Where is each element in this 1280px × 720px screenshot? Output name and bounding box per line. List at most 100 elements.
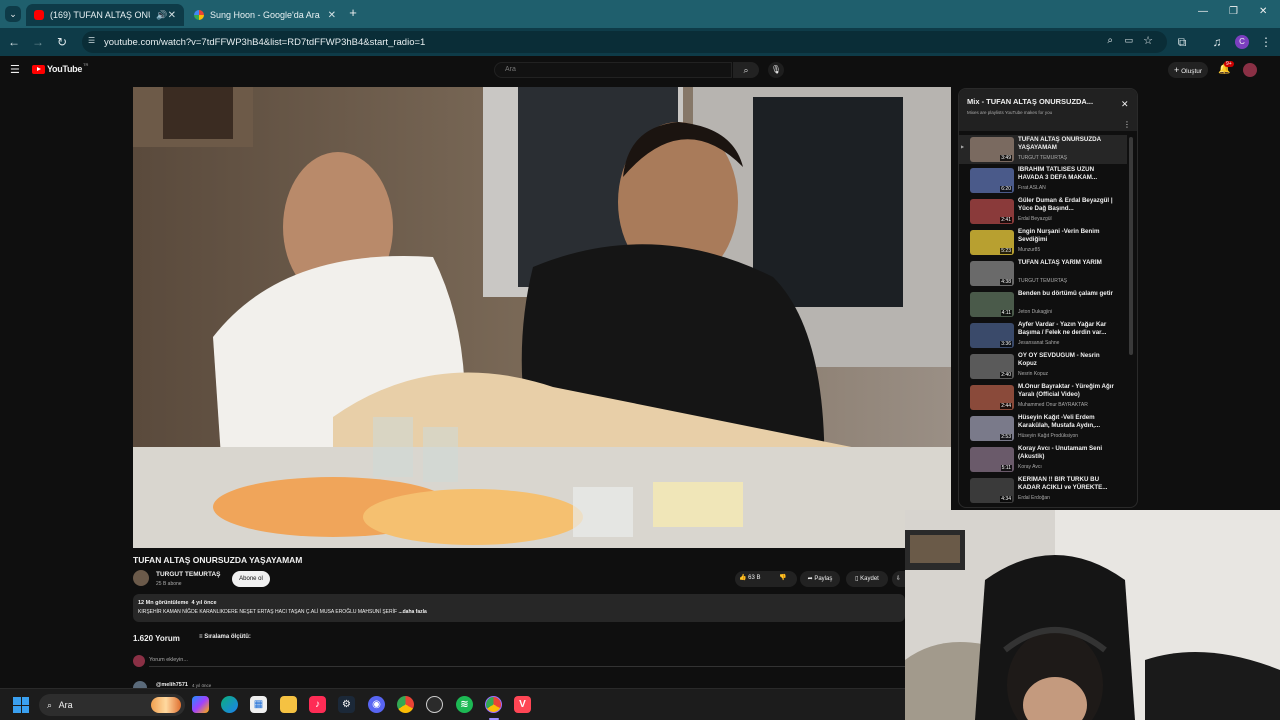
copilot-icon[interactable] xyxy=(192,696,209,713)
playlist-item[interactable]: 4:34 KERİMAN !! BİR TÜRKÜ BU KADAR ACIKLI… xyxy=(965,476,1127,507)
create-button[interactable]: + Oluştur xyxy=(1168,62,1209,78)
speaker-icon[interactable]: 🔊 xyxy=(156,10,167,21)
video-duration: 3:36 xyxy=(1000,341,1012,347)
tab-google-search[interactable]: Sung Hoon - Google'da Ara ✕ xyxy=(186,4,344,26)
share-label: Paylaş xyxy=(814,576,833,582)
channel-name[interactable]: TURGUT TEMURTAŞ xyxy=(156,571,221,578)
description-box[interactable]: 12 Mn görüntüleme 4 yıl önce KIRŞEHİR KA… xyxy=(133,594,905,622)
share-button[interactable]: ➦ Paylaş xyxy=(800,571,840,587)
subscribe-button[interactable]: Abone ol xyxy=(232,571,270,587)
extensions-icon[interactable]: ⧉ xyxy=(1174,34,1190,50)
steam-icon[interactable]: ⚙ xyxy=(338,696,355,713)
bookmark-star-icon[interactable]: ☆ xyxy=(1143,34,1153,47)
close-window-icon[interactable]: ✕ xyxy=(1259,6,1267,17)
chrome-icon[interactable] xyxy=(397,696,414,713)
playlist-scrollbar[interactable] xyxy=(1129,137,1133,355)
close-playlist-icon[interactable]: ✕ xyxy=(1121,99,1129,110)
close-tab-icon[interactable]: ✕ xyxy=(328,10,336,21)
sort-comments-button[interactable]: ≡ Sıralama ölçütü: xyxy=(199,634,251,640)
url-text: youtube.com/watch?v=7tdFFWP3hB4&list=RD7… xyxy=(104,36,426,48)
comment-count: 1.620 Yorum xyxy=(133,634,180,643)
file-explorer-icon[interactable] xyxy=(280,696,297,713)
guide-menu-icon[interactable]: ☰ xyxy=(10,63,20,76)
install-app-icon[interactable]: ▭ xyxy=(1124,35,1133,46)
playlist-item[interactable]: 3:36 Ayfer Vardar - Yazın Yağar Kar Başım… xyxy=(965,321,1127,353)
playlist-item-title: Hüseyin Kağıt -Veli Erdem Karakülah, Mus… xyxy=(1018,414,1101,430)
site-info-icon[interactable]: ☰ xyxy=(88,36,95,45)
playlist-item-channel: Muhammed Onur BAYRAKTAR xyxy=(1018,402,1088,408)
playlist-item[interactable]: 5:23 Engin Nurşani -Verin Benim Sevdiğimi… xyxy=(965,228,1127,260)
playlist-title[interactable]: Mix - TUFAN ALTAŞ ONURSUZDA... xyxy=(967,97,1129,106)
close-tab-icon[interactable]: ✕ xyxy=(168,10,176,21)
playlist-thumbnail: 2:40 xyxy=(970,354,1014,379)
save-button[interactable]: ▯ Kaydet xyxy=(846,571,888,587)
dislike-button[interactable]: 👎 xyxy=(779,574,786,581)
playlist-item-channel: Jeton Dukagjini xyxy=(1018,309,1053,315)
playlist-item[interactable]: 5:11 Koray Avcı - Unutamam Seni (Akustik)… xyxy=(965,445,1127,477)
minimize-icon[interactable]: — xyxy=(1198,6,1208,17)
media-control-icon[interactable]: ♫ xyxy=(1209,34,1225,50)
valorant-icon[interactable]: V xyxy=(514,696,531,713)
new-tab-button[interactable]: + xyxy=(346,5,360,20)
zoom-icon[interactable]: ⌕ xyxy=(1107,35,1113,46)
playlist-item[interactable]: 2:40 OY OY SEVDUĞUM - Nesrin Kopuz Nesrin … xyxy=(965,352,1127,384)
playlist-menu-icon[interactable]: ⋮ xyxy=(1123,120,1131,129)
reload-icon[interactable]: ↻ xyxy=(54,34,70,50)
add-comment-input[interactable]: Yorum ekleyin... xyxy=(149,657,905,667)
mix-playlist-panel: Mix - TUFAN ALTAŞ ONURSUZDA... Mixes are… xyxy=(958,88,1138,508)
playlist-item[interactable]: ▶ 3:49 TUFAN ALTAŞ ONURSUZDA YAŞAYAMAM TURG… xyxy=(959,135,1127,164)
edge-icon[interactable] xyxy=(221,696,238,713)
profile-avatar[interactable]: C xyxy=(1235,35,1249,49)
playlist-item-title: İBRAHİM TATLISES UZUN HAVADA 3 DEFA MAKA… xyxy=(1018,166,1098,182)
taskbar-search-label: Ara xyxy=(58,700,73,710)
back-icon[interactable]: ← xyxy=(6,34,22,50)
subscriber-count: 25 B abone xyxy=(156,581,182,587)
playlist-thumbnail: 3:49 xyxy=(970,137,1014,162)
browser-tab-bar: ⌄ (169) TUFAN ALTAŞ ONURSU 🔊 ✕ Sung Hoon… xyxy=(0,0,1280,28)
video-player[interactable] xyxy=(133,87,951,548)
video-duration: 2:44 xyxy=(1000,403,1012,409)
account-avatar[interactable] xyxy=(1243,63,1257,77)
google-favicon-icon xyxy=(194,10,204,20)
microphone-icon: 🎙 xyxy=(770,65,782,74)
tab-youtube-video[interactable]: (169) TUFAN ALTAŞ ONURSU 🔊 ✕ xyxy=(26,4,184,26)
playlist-item[interactable]: 4:11 Benden bu dörtümü çalamı getir Jeton … xyxy=(965,290,1127,322)
discord-icon[interactable]: ◉ xyxy=(368,696,385,713)
forward-icon[interactable]: → xyxy=(30,34,46,50)
taskbar-search[interactable]: ⌕ Ara xyxy=(39,694,185,716)
playlist-item[interactable]: 4:38 TUFAN ALTAŞ YARİM YARİM TURGUT TEMURT… xyxy=(965,259,1127,291)
browser-menu-icon[interactable]: ⋮ xyxy=(1258,34,1274,50)
tab-search-dropdown-button[interactable]: ⌄ xyxy=(5,6,21,22)
chrome-profile-icon[interactable] xyxy=(485,696,502,713)
channel-avatar[interactable] xyxy=(133,570,149,586)
youtube-logo[interactable]: YouTube TR xyxy=(32,62,88,74)
views-and-date: 12 Mn görüntüleme 4 yıl önce xyxy=(138,600,217,606)
notifications-button[interactable]: 🔔 9+ xyxy=(1218,61,1234,75)
start-button[interactable] xyxy=(13,697,29,713)
playlist-item[interactable]: 2:53 Hüseyin Kağıt -Veli Erdem Karakülah,… xyxy=(965,414,1127,446)
video-title: TUFAN ALTAŞ ONURSUZDA YAŞAYAMAM xyxy=(133,555,303,565)
webcam-feed xyxy=(905,510,1280,720)
address-bar[interactable]: ☰ youtube.com/watch?v=7tdFFWP3hB4&list=R… xyxy=(82,31,1167,53)
search-button[interactable]: ⌕ xyxy=(733,62,759,78)
video-frame xyxy=(133,87,951,548)
tiktok-icon[interactable]: ♪ xyxy=(309,696,326,713)
playlist-item[interactable]: 6:20 İBRAHİM TATLISES UZUN HAVADA 3 DEFA … xyxy=(965,166,1127,198)
sort-label: Sıralama ölçütü: xyxy=(204,634,251,640)
store-icon[interactable]: ▦ xyxy=(250,696,267,713)
like-button[interactable]: 👍 63 B xyxy=(739,574,761,581)
show-more-link[interactable]: ...daha fazla xyxy=(398,609,426,615)
tab-title: (169) TUFAN ALTAŞ ONURSU xyxy=(50,10,150,20)
video-duration: 2:41 xyxy=(1000,217,1012,223)
download-button[interactable]: ⇩ xyxy=(892,571,905,587)
search-input[interactable]: Ara xyxy=(494,62,732,78)
restore-icon[interactable]: ❐ xyxy=(1229,6,1238,17)
obs-icon[interactable] xyxy=(426,696,443,713)
playlist-item[interactable]: 2:41 Güler Duman & Erdal Beyazgül | Yüce … xyxy=(965,197,1127,229)
playlist-item-title: Benden bu dörtümü çalamı getir xyxy=(1018,290,1113,297)
spotify-icon[interactable]: ≋ xyxy=(456,696,473,713)
plus-icon: + xyxy=(1174,65,1180,75)
playlist-item-title: Ayfer Vardar - Yazın Yağar Kar Başıma / … xyxy=(1018,321,1107,337)
voice-search-button[interactable]: 🎙 xyxy=(768,62,784,78)
playlist-item[interactable]: 2:44 M.Onur Bayraktar - Yüreğim Ağır Yara… xyxy=(965,383,1127,415)
